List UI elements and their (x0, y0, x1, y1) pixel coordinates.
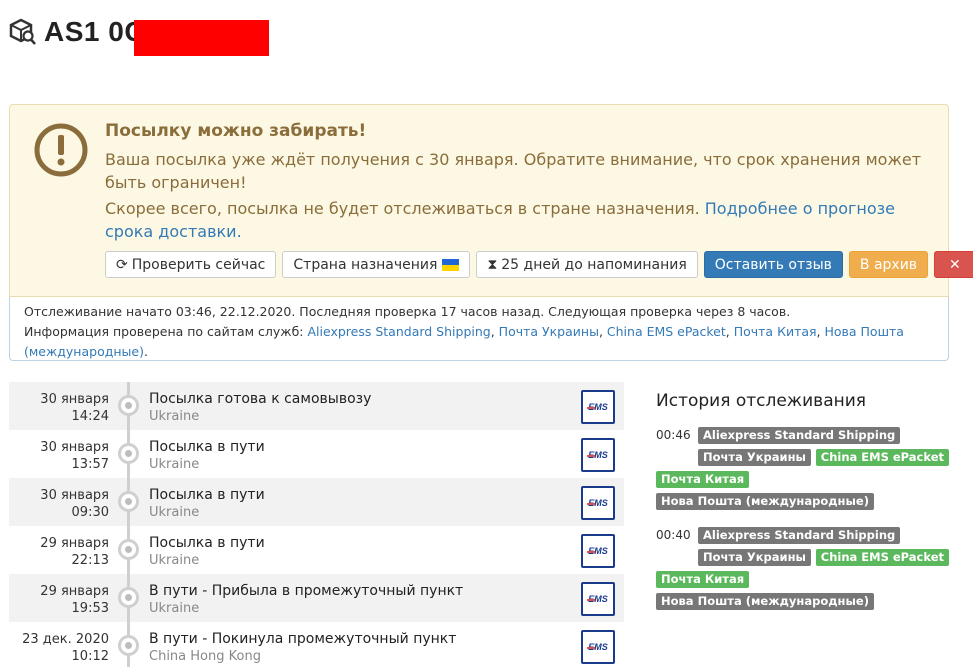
service-label: Нова Пошта (международные) (656, 593, 874, 610)
service-link-aliexpress[interactable]: Aliexpress Standard Shipping (307, 324, 490, 339)
timeline-event: 23 дек. 2020 10:12 В пути - Покинула пром… (9, 622, 624, 667)
ems-logo-icon: EMS (581, 486, 615, 520)
page-header: AS1 0CN (8, 12, 269, 56)
services-prefix: Информация проверена по сайтам служб: (24, 324, 304, 339)
service-label: Почта Украины (698, 549, 811, 566)
alert-message: Ваша посылка уже ждёт получения с 30 янв… (105, 150, 922, 192)
event-status: В пути - Покинула промежуточный пункт (149, 631, 457, 647)
event-status: Посылка готова к самовывозу (149, 391, 372, 407)
event-datetime: 30 января 09:30 (40, 488, 109, 520)
delete-button[interactable]: ✕ (934, 251, 973, 278)
timeline-event: 30 января 13:57 Посылка в пути Ukraine EM… (9, 430, 624, 478)
event-location: China Hong Kong (149, 649, 261, 664)
hourglass-icon: ⧗ (487, 256, 498, 273)
ukraine-flag-icon (442, 258, 460, 271)
event-datetime: 30 января 14:24 (40, 392, 109, 424)
service-link-china-post[interactable]: Почта Китая (734, 324, 817, 339)
package-search-icon (9, 18, 36, 45)
reminder-label: 25 дней до напоминания (501, 256, 687, 273)
ems-logo-icon: EMS (581, 582, 615, 616)
event-status: Посылка в пути (149, 439, 265, 455)
event-status: Посылка в пути (149, 535, 265, 551)
reminder-button[interactable]: ⧗ 25 дней до напоминания (476, 251, 698, 278)
service-label: China EMS ePacket (815, 449, 949, 466)
leave-review-button[interactable]: Оставить отзыв (703, 251, 843, 278)
timeline-dot-icon (118, 491, 139, 512)
service-label: Почта Китая (656, 571, 750, 588)
history-title: История отслеживания (656, 391, 867, 411)
redaction-block (134, 20, 269, 56)
destination-country-button[interactable]: Страна назначения (282, 251, 471, 278)
service-label: Почта Китая (656, 471, 750, 488)
event-status: В пути - Прибыла в промежуточный пункт (149, 583, 464, 599)
tracking-timeline: 30 января 14:24 Посылка готова к самовыво… (9, 382, 624, 667)
event-location: Ukraine (149, 553, 200, 568)
alert-title: Посылку можно забирать! (105, 121, 367, 141)
alert-note-text: Скорее всего, посылка не будет отслежива… (105, 199, 700, 218)
event-status: Посылка в пути (149, 487, 265, 503)
timeline-event: 30 января 09:30 Посылка в пути Ukraine EM… (9, 478, 624, 526)
event-location: Ukraine (149, 409, 200, 424)
service-label: Нова Пошта (международные) (656, 493, 874, 510)
tracking-history: История отслеживания 00:46 Aliexpress Sta… (656, 391, 956, 625)
event-datetime: 29 января 19:53 (40, 584, 109, 616)
event-location: Ukraine (149, 505, 200, 520)
checked-services-line: Информация проверена по сайтам служб: Al… (24, 324, 904, 359)
exclamation-circle-icon (34, 123, 88, 177)
ems-logo-icon: EMS (581, 390, 615, 424)
check-now-button[interactable]: ⟳ Проверить сейчас (105, 251, 277, 278)
service-label: Aliexpress Standard Shipping (698, 527, 901, 544)
history-entry: 00:46 Aliexpress Standard Shipping Почта … (656, 425, 956, 513)
timeline-event: 30 января 14:24 Посылка готова к самовыво… (9, 382, 624, 430)
ems-logo-icon: EMS (581, 630, 615, 664)
timeline-dot-icon (118, 587, 139, 608)
event-location: Ukraine (149, 601, 200, 616)
timeline-event: 29 января 22:13 Посылка в пути Ukraine EM… (9, 526, 624, 574)
timeline-event: 29 января 19:53 В пути - Прибыла в промеж… (9, 574, 624, 622)
pickup-alert: Посылку можно забирать! Ваша посылка уже… (9, 104, 973, 297)
event-datetime: 29 января 22:13 (40, 536, 109, 568)
event-datetime: 30 января 13:57 (40, 440, 109, 472)
timeline-dot-icon (118, 443, 139, 464)
check-now-label: Проверить сейчас (131, 256, 266, 273)
ems-logo-icon: EMS (581, 534, 615, 568)
timeline-dot-icon (118, 539, 139, 560)
history-time: 00:40 (656, 528, 691, 542)
service-link-china-ems[interactable]: China EMS ePacket (607, 324, 726, 339)
service-label: Aliexpress Standard Shipping (698, 427, 901, 444)
alert-note: Скорее всего, посылка не будет отслежива… (105, 197, 925, 243)
event-datetime: 23 дек. 2020 10:12 (22, 632, 109, 664)
history-entry: 00:40 Aliexpress Standard Shipping Почта … (656, 525, 956, 613)
service-link-ukrposhta[interactable]: Почта Украины (499, 324, 599, 339)
timeline-dot-icon (118, 395, 139, 416)
ems-logo-icon: EMS (581, 438, 615, 472)
alert-actions: ⟳ Проверить сейчас Страна назначения ⧗ 2… (105, 251, 973, 278)
timeline-dot-icon (118, 635, 139, 656)
event-location: Ukraine (149, 457, 200, 472)
service-label: China EMS ePacket (815, 549, 949, 566)
destination-label: Страна назначения (293, 256, 438, 273)
tracking-number: AS1 0CN (44, 16, 269, 56)
archive-button[interactable]: В архив (848, 251, 929, 278)
tracking-status-line: Отслеживание начато 03:46, 22.12.2020. П… (24, 304, 791, 319)
tracking-info: Отслеживание начато 03:46, 22.12.2020. П… (9, 297, 949, 361)
history-time: 00:46 (656, 428, 691, 442)
service-label: Почта Украины (698, 449, 811, 466)
refresh-icon: ⟳ (116, 256, 128, 273)
